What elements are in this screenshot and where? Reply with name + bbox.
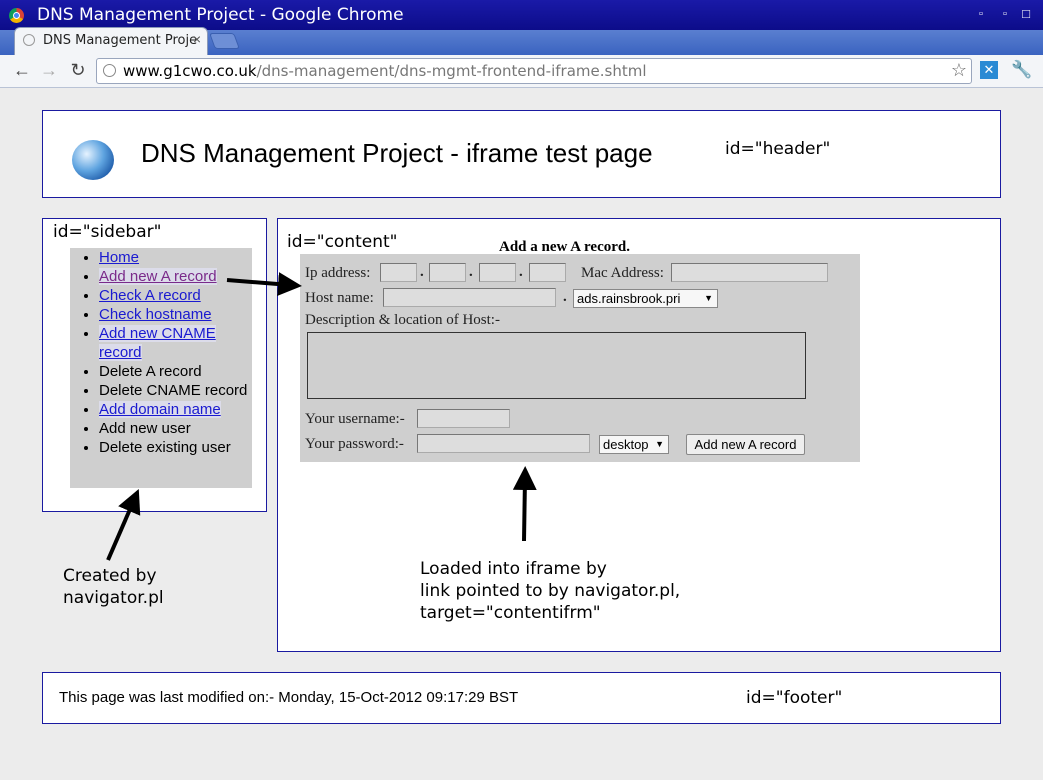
iframe-annotation: Loaded into iframe by link pointed to by… xyxy=(420,558,680,624)
footer-id-label: id="footer" xyxy=(746,688,843,708)
arrow-to-menu xyxy=(106,488,141,561)
sidebar-annotation: Created by navigator.pl xyxy=(63,565,164,609)
annotation-arrows xyxy=(106,272,537,561)
arrow-to-form xyxy=(512,466,537,542)
note-line: Loaded into iframe by xyxy=(420,559,607,579)
note-line: Created by xyxy=(63,566,157,586)
last-modified-text: This page was last modified on:- Monday,… xyxy=(59,689,519,706)
footer-box: This page was last modified on:- Monday,… xyxy=(42,672,1001,724)
note-line: link pointed to by navigator.pl, xyxy=(420,581,681,601)
arrow-to-iframe xyxy=(226,272,302,297)
note-line: target="contentifrm" xyxy=(420,603,601,623)
note-line: navigator.pl xyxy=(63,588,164,608)
